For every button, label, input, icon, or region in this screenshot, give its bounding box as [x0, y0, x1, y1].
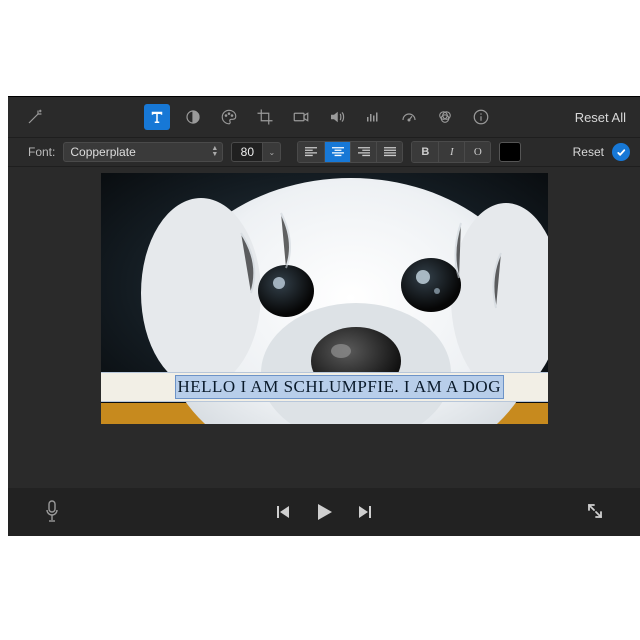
- magic-wand-icon[interactable]: [22, 104, 48, 130]
- italic-button[interactable]: I: [438, 142, 464, 162]
- align-center-button[interactable]: [324, 142, 350, 162]
- dropdown-arrows-icon: ▲▼: [211, 143, 218, 161]
- preview-viewport: HELLO I AM SCHLUMPFIE. I AM A DOG: [8, 169, 640, 486]
- video-frame[interactable]: HELLO I AM SCHLUMPFIE. I AM A DOG: [101, 173, 548, 424]
- next-button[interactable]: [357, 504, 373, 520]
- levels-tab-icon[interactable]: [180, 104, 206, 130]
- transport-controls: [275, 501, 373, 523]
- font-family-value: Copperplate: [70, 145, 135, 159]
- align-justify-button[interactable]: [376, 142, 402, 162]
- text-formatting-row: Font: Copperplate ▲▼ 80 ⌄ B I: [8, 137, 640, 167]
- playback-bar: [8, 488, 640, 536]
- inspector-tabs-row: Reset All: [8, 97, 640, 137]
- align-right-button[interactable]: [350, 142, 376, 162]
- outline-button[interactable]: O: [464, 142, 490, 162]
- play-button[interactable]: [313, 501, 335, 523]
- equalizer-tab-icon[interactable]: [360, 104, 386, 130]
- font-size-input[interactable]: 80: [231, 142, 263, 162]
- crop-tab-icon[interactable]: [252, 104, 278, 130]
- camera-tab-icon[interactable]: [288, 104, 314, 130]
- reset-button[interactable]: Reset: [573, 145, 604, 159]
- align-left-button[interactable]: [298, 142, 324, 162]
- font-size-stepper[interactable]: ⌄: [263, 142, 281, 162]
- text-align-group: [297, 141, 403, 163]
- microphone-icon[interactable]: [44, 500, 60, 525]
- text-style-group: B I O: [411, 141, 491, 163]
- title-text-input[interactable]: HELLO I AM SCHLUMPFIE. I AM A DOG: [175, 375, 504, 399]
- font-family-dropdown[interactable]: Copperplate ▲▼: [63, 142, 223, 162]
- apply-check-icon[interactable]: [612, 143, 630, 161]
- speed-tab-icon[interactable]: [396, 104, 422, 130]
- fullscreen-icon[interactable]: [586, 502, 604, 523]
- font-label: Font:: [28, 145, 55, 159]
- title-text-container: HELLO I AM SCHLUMPFIE. I AM A DOG: [101, 372, 548, 402]
- color-palette-tab-icon[interactable]: [216, 104, 242, 130]
- reset-all-button[interactable]: Reset All: [575, 110, 626, 125]
- volume-tab-icon[interactable]: [324, 104, 350, 130]
- text-tab-icon[interactable]: [144, 104, 170, 130]
- info-tab-icon[interactable]: [468, 104, 494, 130]
- prev-button[interactable]: [275, 504, 291, 520]
- editor-panel: Reset All Font: Copperplate ▲▼ 80 ⌄: [8, 96, 640, 488]
- color-balance-tab-icon[interactable]: [432, 104, 458, 130]
- bold-button[interactable]: B: [412, 142, 438, 162]
- text-color-well[interactable]: [499, 142, 521, 162]
